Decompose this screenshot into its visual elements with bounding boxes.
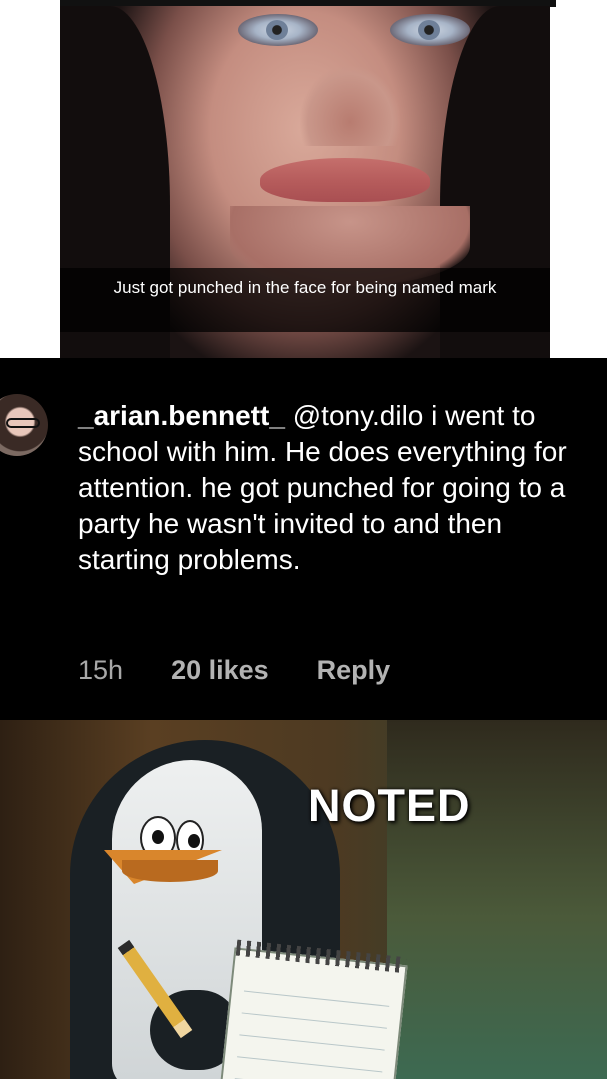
- snap-caption-bar: Just got punched in the face for being n…: [60, 268, 550, 332]
- notepad-line: [241, 1012, 387, 1029]
- comment-meta: 15h 20 likes Reply: [78, 654, 438, 686]
- comment-username[interactable]: _arian.bennett_: [78, 400, 285, 431]
- avatar[interactable]: [0, 394, 48, 456]
- comment-body: _arian.bennett_ @tony.dilo i went to sch…: [78, 398, 598, 578]
- snapchat-photo-panel: Just got punched in the face for being n…: [0, 0, 607, 358]
- notepad-line: [239, 1034, 385, 1051]
- notepad-line: [243, 990, 390, 1007]
- snap-caption-text: Just got punched in the face for being n…: [113, 278, 497, 297]
- left-eye: [238, 14, 318, 46]
- comment-time: 15h: [78, 654, 124, 685]
- penguin-beak-shade: [122, 860, 218, 882]
- left-iris: [266, 20, 288, 40]
- notepad-line: [237, 1056, 383, 1073]
- notepad: [218, 939, 408, 1079]
- background-right: [387, 720, 607, 1079]
- right-iris: [418, 20, 440, 40]
- lips: [260, 158, 430, 202]
- instagram-comment-panel: _arian.bennett_ @tony.dilo i went to sch…: [0, 358, 607, 720]
- comment-likes[interactable]: 20 likes: [171, 655, 269, 686]
- crying-face-photo: Just got punched in the face for being n…: [60, 6, 550, 358]
- noted-caption: NOTED: [308, 780, 471, 831]
- right-eye: [390, 14, 470, 46]
- nose: [300, 66, 400, 146]
- penguin-noted-panel: NOTED: [0, 720, 607, 1079]
- reply-button[interactable]: Reply: [317, 655, 391, 686]
- avatar-glasses: [6, 418, 40, 428]
